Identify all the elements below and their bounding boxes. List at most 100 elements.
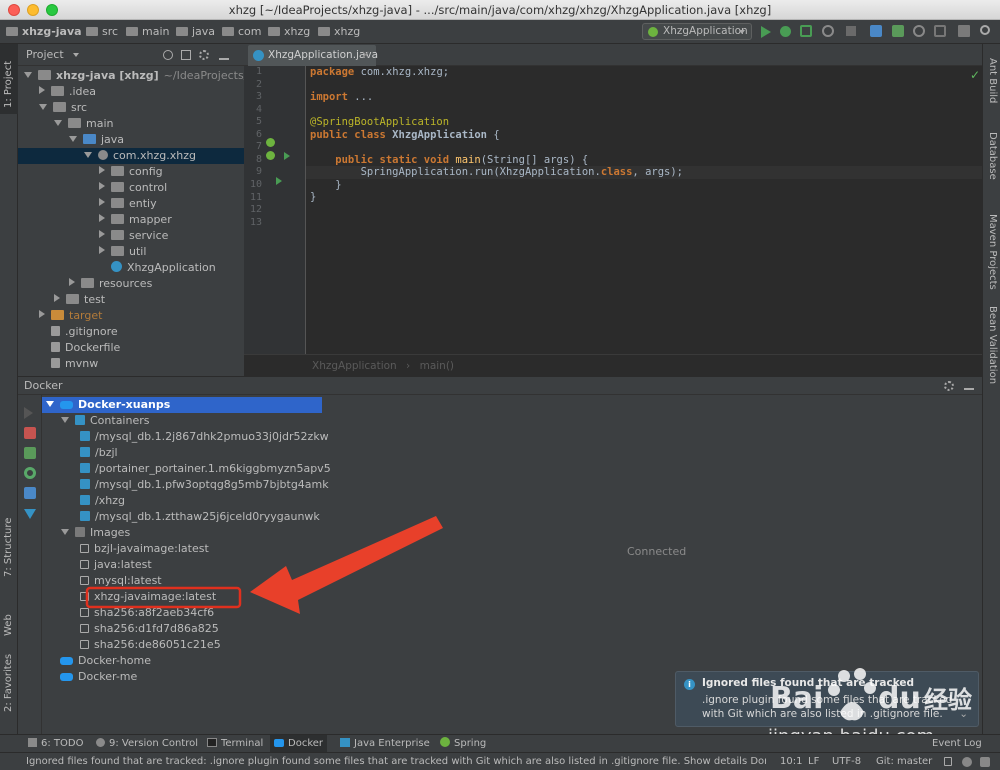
- docker-tree-row[interactable]: Docker-xuanps: [42, 397, 322, 413]
- chevron-right-icon[interactable]: [99, 182, 105, 190]
- edit-config-icon[interactable]: [24, 447, 36, 459]
- chevron-down-icon[interactable]: [24, 72, 32, 78]
- tab-project-label[interactable]: 1: Project: [3, 61, 14, 108]
- chevron-down-icon[interactable]: [69, 136, 77, 142]
- project-tree-row[interactable]: src: [18, 100, 244, 116]
- chevron-down-icon[interactable]: [54, 120, 62, 126]
- project-tree-row[interactable]: target: [18, 308, 244, 324]
- chevron-right-icon[interactable]: [39, 86, 45, 94]
- breadcrumb-xhzg-2[interactable]: xhzg: [318, 24, 360, 40]
- close-tab-icon[interactable]: ×: [361, 45, 370, 66]
- history-icon[interactable]: [913, 25, 925, 37]
- docker-tree-row[interactable]: bzjl-javaimage:latest: [42, 541, 209, 557]
- docker-tree-row[interactable]: Images: [42, 525, 130, 541]
- chevron-down-icon[interactable]: [39, 104, 47, 110]
- coverage-icon[interactable]: [800, 25, 812, 37]
- chevron-right-icon[interactable]: [39, 310, 45, 318]
- chevron-right-icon[interactable]: [99, 198, 105, 206]
- docker-tree-row[interactable]: Docker-home: [42, 653, 151, 669]
- chevron-right-icon[interactable]: [99, 214, 105, 222]
- tab-favorites-label[interactable]: 2: Favorites: [3, 654, 14, 712]
- chevron-right-icon[interactable]: [99, 246, 105, 254]
- project-tree-row[interactable]: util: [18, 244, 244, 260]
- docker-tree-row[interactable]: Docker-me: [42, 669, 137, 685]
- tab-ant-build[interactable]: Ant Build: [987, 58, 998, 103]
- project-tree-row[interactable]: java: [18, 132, 244, 148]
- chevron-down-icon[interactable]: [46, 401, 54, 407]
- chevron-right-icon[interactable]: [99, 230, 105, 238]
- tab-java-enterprise[interactable]: Java Enterprise: [336, 735, 434, 753]
- profile-icon[interactable]: [822, 25, 834, 37]
- project-tree-row[interactable]: com.xhzg.xhzg: [18, 148, 244, 164]
- breadcrumb-main[interactable]: main: [126, 24, 169, 40]
- tab-spring[interactable]: Spring: [436, 735, 490, 753]
- tab-todo[interactable]: 6: TODO: [24, 735, 87, 753]
- notifications-icon[interactable]: [980, 757, 990, 767]
- chevron-right-icon[interactable]: [69, 278, 75, 286]
- tab-docker[interactable]: Docker: [270, 735, 328, 753]
- structure-icon[interactable]: [958, 25, 970, 37]
- breadcrumb-project[interactable]: xhzg-java: [6, 24, 82, 40]
- chevron-right-icon[interactable]: [99, 166, 105, 174]
- tab-database[interactable]: Database: [987, 132, 998, 180]
- project-tree-row[interactable]: xhzg-java [xhzg] ~/IdeaProjects/xhzg: [18, 68, 244, 84]
- project-tree-row[interactable]: .gitignore: [18, 324, 244, 340]
- project-tree-row[interactable]: config: [18, 164, 244, 180]
- chevron-right-icon[interactable]: [54, 294, 60, 302]
- chevron-down-icon[interactable]: [84, 152, 92, 158]
- run-config-select[interactable]: XhzgApplication: [642, 23, 752, 40]
- pull-image-icon[interactable]: [24, 487, 36, 499]
- tab-version-control[interactable]: 9: Version Control: [92, 735, 202, 753]
- status-caret-position[interactable]: 10:1: [780, 753, 802, 770]
- docker-tree-row[interactable]: /portainer_portainer.1.m6kiggbmyzn5apv5: [42, 461, 331, 477]
- project-tree-row[interactable]: test: [18, 292, 244, 308]
- project-tree-row[interactable]: Dockerfile: [18, 340, 244, 356]
- debug-icon[interactable]: [780, 26, 791, 37]
- project-tree-row[interactable]: control: [18, 180, 244, 196]
- chevron-down-icon[interactable]: [61, 417, 69, 423]
- collapse-icon[interactable]: [181, 50, 191, 60]
- filter-icon[interactable]: [24, 509, 36, 519]
- docker-tree-row[interactable]: /mysql_db.1.2j867dhk2pmuo33j0jdr52zkw: [42, 429, 329, 445]
- refresh-icon[interactable]: [24, 467, 36, 479]
- close-window-button[interactable]: [8, 4, 20, 16]
- vcs-update-icon[interactable]: [870, 25, 882, 37]
- project-tree-row[interactable]: resources: [18, 276, 244, 292]
- minimize-window-button[interactable]: [27, 4, 39, 16]
- revert-icon[interactable]: [934, 25, 946, 37]
- tab-maven-projects[interactable]: Maven Projects: [987, 214, 998, 290]
- docker-tree-row[interactable]: /mysql_db.1.pfw3optqg8g5mb7bjbtg4amk: [42, 477, 329, 493]
- project-tree-row[interactable]: mvnw: [18, 356, 244, 372]
- hide-panel-icon[interactable]: [964, 381, 974, 390]
- tab-structure-label[interactable]: 7: Structure: [3, 518, 14, 577]
- search-icon[interactable]: [980, 25, 990, 35]
- project-tree-row[interactable]: service: [18, 228, 244, 244]
- docker-tree-row[interactable]: xhzg-javaimage:latest: [42, 589, 216, 605]
- lock-icon[interactable]: [944, 757, 952, 766]
- docker-tree-row[interactable]: /xhzg: [42, 493, 125, 509]
- docker-tree-row[interactable]: sha256:d1fd7d86a825: [42, 621, 219, 637]
- project-tree-row[interactable]: entiy: [18, 196, 244, 212]
- inspector-icon[interactable]: [962, 757, 972, 767]
- docker-tree-row[interactable]: sha256:a8f2aeb34cf6: [42, 605, 214, 621]
- hide-panel-icon[interactable]: [219, 50, 229, 60]
- docker-tree-row[interactable]: /bzjl: [42, 445, 118, 461]
- tab-web-label[interactable]: Web: [3, 614, 14, 636]
- chevron-down-icon[interactable]: [61, 529, 69, 535]
- status-message[interactable]: Ignored files found that are tracked: .i…: [26, 753, 766, 770]
- notification-balloon[interactable]: i Ignored files found that are tracked .…: [675, 671, 979, 727]
- vcs-commit-icon[interactable]: [892, 25, 904, 37]
- chevron-down-icon[interactable]: [73, 53, 80, 57]
- tab-bean-validation[interactable]: Bean Validation: [987, 306, 998, 384]
- editor-breadcrumb-class[interactable]: XhzgApplication: [312, 360, 397, 372]
- docker-tree-row[interactable]: mysql:latest: [42, 573, 162, 589]
- docker-tree-row[interactable]: sha256:de86051c21e5: [42, 637, 221, 653]
- gear-icon[interactable]: [944, 381, 954, 391]
- editor-tab[interactable]: XhzgApplication.java ×: [248, 45, 378, 66]
- code-area[interactable]: package com.xhzg.xhzg; import ... @Sprin…: [244, 66, 982, 354]
- gear-icon[interactable]: [199, 50, 209, 60]
- project-tree-row[interactable]: mapper: [18, 212, 244, 228]
- editor-breadcrumb-method[interactable]: main(): [420, 360, 454, 372]
- breadcrumb-java[interactable]: java: [176, 24, 215, 40]
- zoom-window-button[interactable]: [46, 4, 58, 16]
